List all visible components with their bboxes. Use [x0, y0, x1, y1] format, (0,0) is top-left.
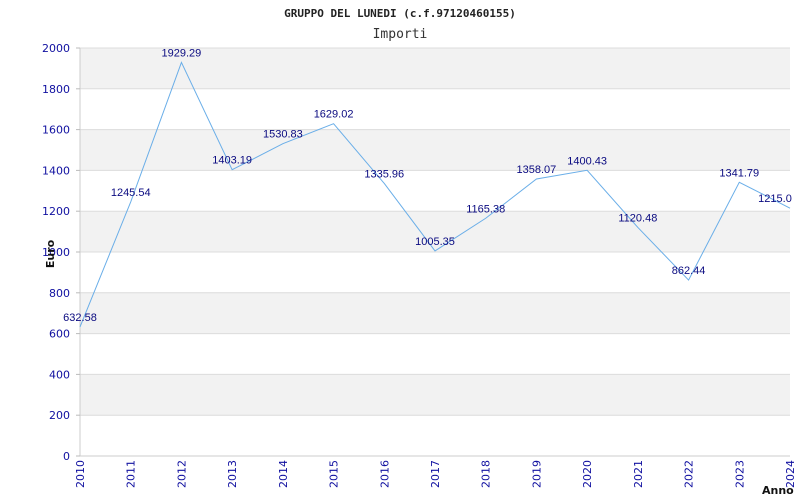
data-label: 1165.38 [466, 203, 505, 215]
data-label: 1120.48 [618, 212, 657, 224]
x-axis-label: Anno [762, 484, 794, 497]
chart-subtitle: Importi [373, 27, 428, 42]
x-tick-label: 2014 [277, 460, 290, 488]
line-chart: 0200400600800100012001400160018002000 20… [42, 7, 797, 497]
data-label: 1403.19 [212, 155, 252, 167]
x-tick-label: 2018 [480, 460, 493, 488]
x-tick-label: 2013 [226, 460, 239, 488]
y-tick-label: 1200 [42, 205, 70, 218]
y-tick-label: 1400 [42, 164, 70, 177]
x-tick-label: 2023 [733, 460, 746, 488]
x-tick-label: 2017 [429, 460, 442, 488]
x-tick-label: 2012 [175, 460, 188, 488]
x-tick-label: 2022 [683, 460, 696, 488]
y-tick-label: 1600 [42, 124, 70, 137]
y-tick-label: 600 [49, 328, 70, 341]
data-label: 1215.0 [758, 193, 792, 205]
grid-band [80, 374, 790, 416]
y-tick-label: 0 [63, 450, 70, 463]
y-tick-label: 2000 [42, 42, 70, 55]
grid-band [80, 129, 790, 171]
y-tick-label: 200 [49, 409, 70, 422]
data-label: 1005.35 [415, 236, 455, 248]
y-tick-label: 1800 [42, 83, 70, 96]
data-label: 1929.29 [162, 47, 202, 59]
x-tick-labels: 2010 2011 2012 2013 2014 2015 2016 2017 2018 2019… [74, 460, 797, 488]
series-line [79, 61, 791, 328]
data-label: 1358.07 [517, 164, 557, 176]
x-tick-label: 2015 [328, 460, 341, 488]
data-label: 862.44 [672, 265, 706, 277]
y-axis-label: Euro [44, 239, 57, 268]
y-tick-label: 400 [49, 368, 70, 381]
data-label: 1335.96 [364, 168, 404, 180]
data-label: 1530.83 [263, 129, 303, 141]
data-label: 632.58 [63, 312, 97, 324]
x-tick-label: 2020 [581, 460, 594, 488]
data-label: 1629.02 [314, 109, 354, 121]
y-tick-label: 800 [49, 287, 70, 300]
x-tick-label: 2021 [632, 460, 645, 488]
grid-band [80, 292, 790, 334]
x-tick-label: 2011 [125, 460, 138, 488]
grid-bands [80, 48, 790, 416]
x-tick-label: 2010 [74, 460, 87, 488]
data-label: 1245.54 [111, 187, 151, 199]
x-tick-label: 2016 [378, 460, 391, 488]
chart-title: GRUPPO DEL LUNEDI (c.f.97120460155) [284, 7, 516, 20]
data-label: 1400.43 [567, 155, 607, 167]
data-label: 1341.79 [719, 167, 759, 179]
x-tick-label: 2019 [530, 460, 543, 488]
